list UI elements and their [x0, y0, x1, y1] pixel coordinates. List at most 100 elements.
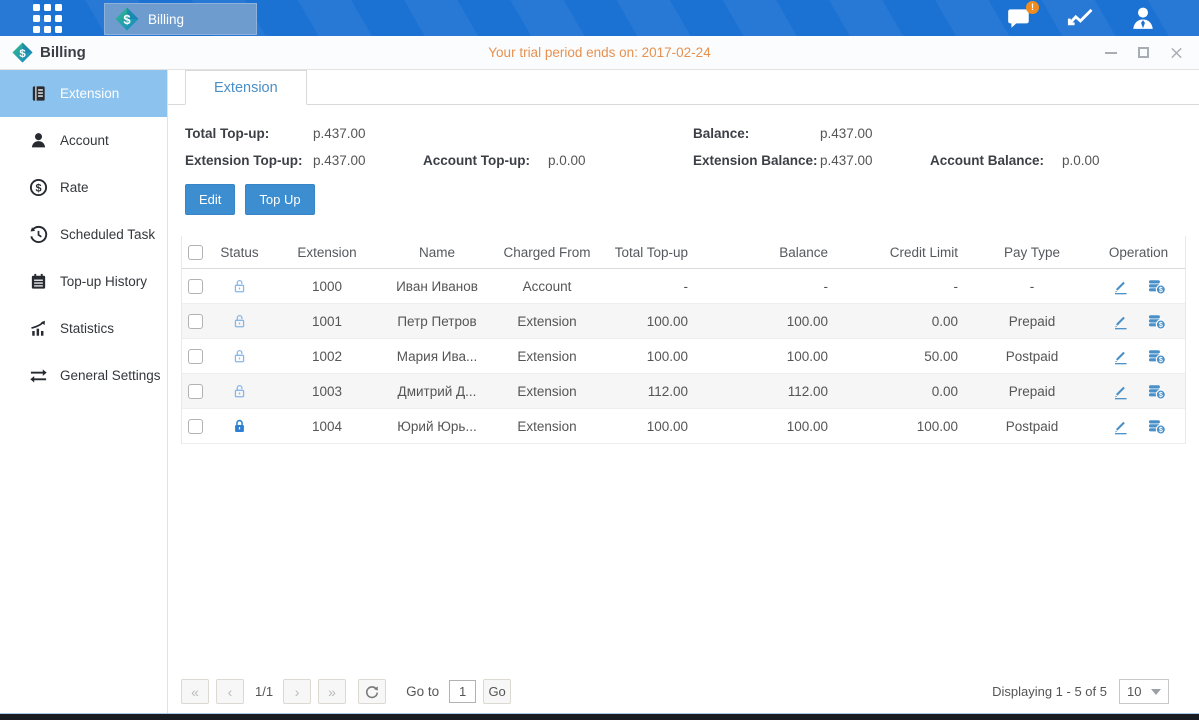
cell-balance: 100.00	[702, 419, 842, 434]
billing-summary: Total Top-up: p.437.00 Balance: p.437.00…	[168, 105, 1199, 168]
row-checkbox[interactable]	[188, 314, 203, 329]
top-up-coins-icon[interactable]: $	[1147, 418, 1166, 435]
cell-total-topup: -	[607, 279, 702, 294]
cell-credit-limit: 0.00	[842, 314, 972, 329]
cell-balance: 112.00	[702, 384, 842, 399]
cell-credit-limit: -	[842, 279, 972, 294]
ledger-icon	[29, 272, 48, 291]
sidebar-item-general-settings[interactable]: General Settings	[0, 352, 167, 399]
cell-credit-limit: 50.00	[842, 349, 972, 364]
sidebar-item-label: Statistics	[60, 321, 114, 336]
pagination-bar: « ‹ 1/1 › » Go to Go Displaying 1 - 5 of…	[168, 679, 1199, 713]
first-page-button[interactable]: «	[181, 679, 209, 704]
cell-name: Петр Петров	[387, 314, 487, 329]
billing-diamond-icon-small: $	[12, 42, 33, 63]
col-extension: Extension	[267, 245, 387, 260]
svg-text:$: $	[1158, 425, 1162, 433]
refresh-icon[interactable]	[358, 679, 386, 704]
user-account-icon[interactable]	[1129, 5, 1157, 31]
notification-badge: !	[1026, 1, 1039, 14]
status-lock-icon[interactable]	[212, 313, 267, 330]
cell-extension: 1003	[267, 384, 387, 399]
prev-page-button[interactable]: ‹	[216, 679, 244, 704]
total-topup-label: Total Top-up:	[185, 126, 313, 141]
edit-pencil-icon[interactable]	[1112, 418, 1129, 435]
balance-label: Balance:	[693, 126, 820, 141]
edit-button[interactable]: Edit	[185, 184, 235, 215]
taskbar-tab-billing[interactable]: $ Billing	[104, 3, 257, 35]
cell-name: Иван Иванов	[387, 279, 487, 294]
cell-charged-from: Account	[487, 279, 607, 294]
col-charged-from: Charged From	[487, 245, 607, 260]
table-row: 1002Мария Ива...Extension100.00100.0050.…	[182, 339, 1185, 374]
cell-name: Юрий Юрь...	[387, 419, 487, 434]
goto-page-input[interactable]	[449, 680, 476, 703]
cell-extension: 1001	[267, 314, 387, 329]
top-up-coins-icon[interactable]: $	[1147, 313, 1166, 330]
select-all-checkbox[interactable]	[188, 245, 203, 260]
table-row: 1004Юрий Юрь...Extension100.00100.00100.…	[182, 409, 1185, 444]
col-credit-limit: Credit Limit	[842, 245, 972, 260]
row-checkbox[interactable]	[188, 419, 203, 434]
chevron-down-icon	[1151, 689, 1161, 695]
status-lock-icon[interactable]	[212, 418, 267, 435]
cell-pay-type: -	[972, 279, 1092, 294]
cell-balance: 100.00	[702, 349, 842, 364]
go-button[interactable]: Go	[483, 679, 511, 704]
sidebar-item-label: Account	[60, 133, 109, 148]
bar-chart-icon	[29, 319, 48, 338]
svg-text:$: $	[123, 12, 131, 27]
table-row: 1003Дмитрий Д...Extension112.00112.000.0…	[182, 374, 1185, 409]
col-status: Status	[212, 245, 267, 260]
sidebar-item-extension[interactable]: Extension	[0, 70, 167, 117]
top-up-coins-icon[interactable]: $	[1147, 383, 1166, 400]
cell-pay-type: Postpaid	[972, 419, 1092, 434]
tab-bar: Extension	[168, 70, 1199, 105]
status-lock-icon[interactable]	[212, 278, 267, 295]
billing-diamond-icon: $	[115, 7, 139, 31]
edit-pencil-icon[interactable]	[1112, 313, 1129, 330]
close-icon[interactable]	[1170, 46, 1183, 59]
goto-label: Go to	[406, 684, 439, 699]
app-grid-icon[interactable]	[33, 4, 62, 33]
page-size-select[interactable]: 10	[1119, 679, 1169, 704]
account-balance-value: p.0.00	[1062, 153, 1199, 168]
taskbar-tab-label: Billing	[148, 12, 184, 27]
cell-credit-limit: 0.00	[842, 384, 972, 399]
next-page-button[interactable]: ›	[283, 679, 311, 704]
last-page-button[interactable]: »	[318, 679, 346, 704]
sidebar-item-statistics[interactable]: Statistics	[0, 305, 167, 352]
svg-text:$: $	[1158, 285, 1162, 293]
cell-total-topup: 100.00	[607, 349, 702, 364]
top-up-button[interactable]: Top Up	[245, 184, 314, 215]
reports-chart-icon[interactable]	[1067, 5, 1095, 31]
top-up-coins-icon[interactable]: $	[1147, 278, 1166, 295]
cell-pay-type: Prepaid	[972, 314, 1092, 329]
edit-pencil-icon[interactable]	[1112, 383, 1129, 400]
col-total-topup: Total Top-up	[607, 245, 702, 260]
maximize-icon[interactable]	[1137, 46, 1150, 59]
sidebar-item-rate[interactable]: $ Rate	[0, 164, 167, 211]
status-lock-icon[interactable]	[212, 348, 267, 365]
messages-icon[interactable]: !	[1005, 5, 1033, 31]
row-checkbox[interactable]	[188, 349, 203, 364]
svg-text:$: $	[1158, 320, 1162, 328]
cell-total-topup: 112.00	[607, 384, 702, 399]
extension-balance-value: p.437.00	[820, 153, 930, 168]
page-size-value: 10	[1127, 684, 1141, 699]
status-lock-icon[interactable]	[212, 383, 267, 400]
sidebar-item-scheduled-task[interactable]: Scheduled Task	[0, 211, 167, 258]
table-header: Status Extension Name Charged From Total…	[182, 236, 1185, 269]
minimize-icon[interactable]	[1104, 46, 1117, 59]
cell-balance: -	[702, 279, 842, 294]
top-up-coins-icon[interactable]: $	[1147, 348, 1166, 365]
extensions-table: Status Extension Name Charged From Total…	[181, 236, 1186, 444]
row-checkbox[interactable]	[188, 384, 203, 399]
sidebar-item-topup-history[interactable]: Top-up History	[0, 258, 167, 305]
sidebar-item-account[interactable]: Account	[0, 117, 167, 164]
tab-extension[interactable]: Extension	[185, 70, 307, 105]
edit-pencil-icon[interactable]	[1112, 278, 1129, 295]
edit-pencil-icon[interactable]	[1112, 348, 1129, 365]
row-checkbox[interactable]	[188, 279, 203, 294]
balance-value: p.437.00	[820, 126, 930, 141]
